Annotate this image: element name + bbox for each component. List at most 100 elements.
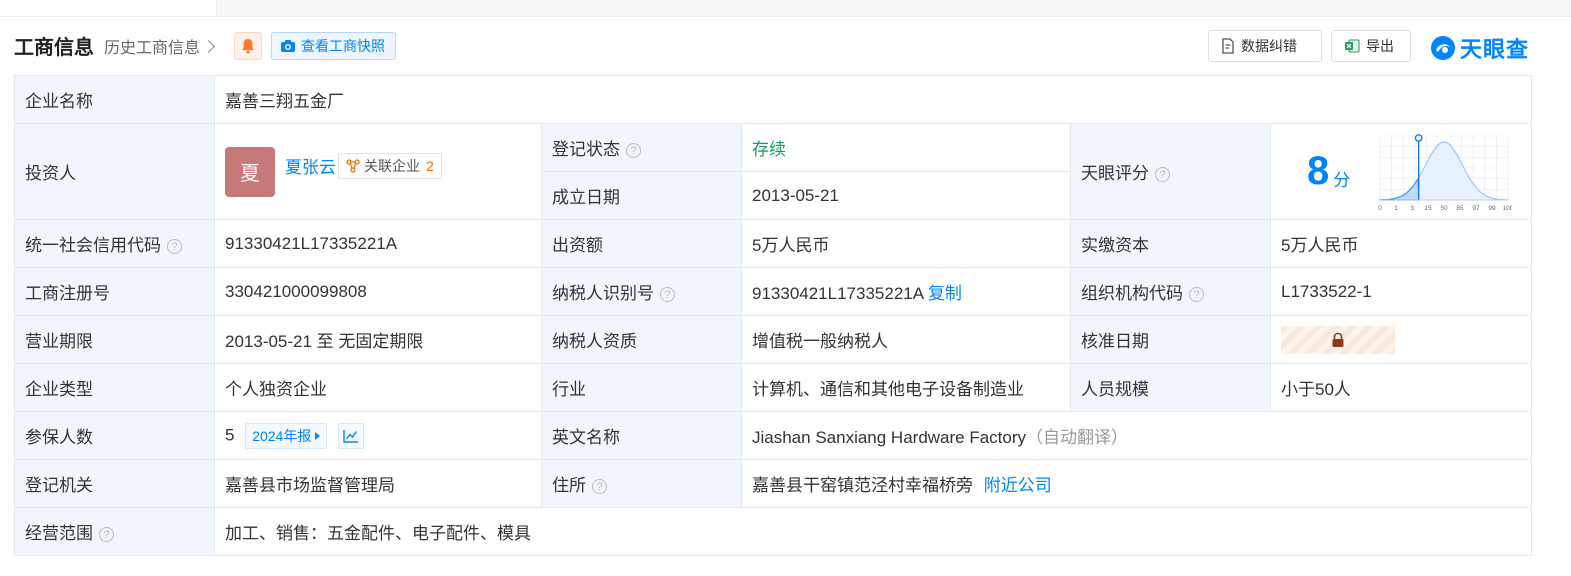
- table-row: 统一社会信用代码? 91330421L17335221A 出资额 5万人民币 实…: [14, 219, 1532, 268]
- avatar[interactable]: 夏: [225, 146, 275, 197]
- business-scope-label-cell: 经营范围?: [14, 507, 215, 556]
- org-code-label-cell: 组织机构代码?: [1070, 267, 1271, 316]
- document-edit-icon: [1222, 38, 1234, 54]
- top-strip-tab: [0, 0, 217, 16]
- brand-name: 天眼查: [1460, 37, 1530, 62]
- taxpayer-id-cell: 91330421L17335221A 复制: [741, 267, 1071, 316]
- help-icon[interactable]: ?: [99, 527, 114, 542]
- address-label: 住所: [552, 476, 586, 495]
- brand-logo: 天眼查: [1430, 32, 1529, 64]
- help-icon[interactable]: ?: [660, 287, 675, 302]
- industry-label: 行业: [541, 363, 742, 412]
- reg-status-label: 登记状态: [552, 140, 620, 159]
- annual-report-tag[interactable]: 2024年报: [245, 422, 328, 449]
- related-companies-tag[interactable]: 关联企业 2: [338, 152, 442, 179]
- bell-button[interactable]: [234, 32, 262, 60]
- company-name-value: 嘉善三翔五金厂: [214, 75, 1532, 124]
- tick-label: 0: [1378, 205, 1382, 212]
- reg-authority-value: 嘉善县市场监督管理局: [214, 459, 542, 508]
- table-row: 企业类型 个人独资企业 行业 计算机、通信和其他电子设备制造业 人员规模 小于5…: [14, 363, 1532, 412]
- tianyan-score-label-cell: 天眼评分?: [1070, 123, 1271, 220]
- taxpayer-id-label: 纳税人识别号: [552, 284, 654, 303]
- tianyancha-logo-icon: [1431, 36, 1455, 60]
- table-row: 经营范围? 加工、销售：五金配件、电子配件、模具: [14, 507, 1532, 556]
- business-term-label: 营业期限: [14, 315, 215, 364]
- english-name-value: Jiashan Sanxiang Hardware Factory: [752, 428, 1027, 447]
- related-companies-label: 关联企业: [364, 157, 420, 174]
- company-type-value: 个人独资企业: [214, 363, 542, 412]
- locked-value[interactable]: [1281, 325, 1395, 354]
- data-fix-button[interactable]: 数据纠错: [1208, 30, 1322, 62]
- tick-label: 3: [1410, 205, 1414, 212]
- tianyan-score-cell: 8 分 0 1 3 15 50 85 97 99 100: [1270, 123, 1532, 220]
- taxpayer-qual-label: 纳税人资质: [541, 315, 742, 364]
- help-icon[interactable]: ?: [592, 479, 607, 494]
- contribution-value: 5万人民币: [741, 219, 1071, 268]
- caret-right-icon: [315, 431, 321, 440]
- copy-link[interactable]: 复制: [928, 284, 962, 303]
- lock-icon: [1332, 332, 1344, 347]
- trend-chart-button[interactable]: [338, 422, 365, 449]
- section-header: 工商信息 历史工商信息 查看工商快照 数据纠错 导出 天眼查: [0, 16, 1571, 74]
- section-title: 工商信息: [14, 37, 94, 59]
- snapshot-button[interactable]: 查看工商快照: [271, 32, 396, 60]
- reg-authority-label: 登记机关: [14, 459, 215, 508]
- company-name-label: 企业名称: [14, 75, 215, 124]
- business-scope-label: 经营范围: [25, 524, 93, 543]
- english-name-label: 英文名称: [541, 411, 742, 460]
- auto-translate-note: （自动翻译）: [1026, 428, 1129, 447]
- address-cell: 嘉善县干窑镇范泾村幸福桥旁 附近公司: [741, 459, 1532, 508]
- line-chart-icon: [343, 429, 359, 443]
- table-row: 参保人数 5 2024年报 英文名称 Jiashan Sanxiang Hard…: [14, 411, 1532, 460]
- approval-date-label: 核准日期: [1070, 315, 1271, 364]
- paid-capital-value: 5万人民币: [1270, 219, 1532, 268]
- related-companies-count: 2: [426, 157, 434, 174]
- business-scope-value: 加工、销售：五金配件、电子配件、模具: [214, 507, 1532, 556]
- reg-number-value: 330421000099808: [214, 267, 542, 316]
- address-label-cell: 住所?: [541, 459, 742, 508]
- founded-value: 2013-05-21: [741, 171, 1071, 220]
- excel-icon: [1345, 39, 1360, 53]
- credit-code-value: 91330421L17335221A: [214, 219, 542, 268]
- staff-size-label: 人员规模: [1070, 363, 1271, 412]
- table-row: 营业期限 2013-05-21 至 无固定期限 纳税人资质 增值税一般纳税人 核…: [14, 315, 1532, 364]
- taxpayer-id-label-cell: 纳税人识别号?: [541, 267, 742, 316]
- top-strip: [0, 0, 1571, 17]
- taxpayer-qual-value: 增值税一般纳税人: [741, 315, 1071, 364]
- investor-name-link[interactable]: 夏张云: [285, 153, 336, 178]
- help-icon[interactable]: ?: [626, 143, 641, 158]
- help-icon[interactable]: ?: [1189, 287, 1204, 302]
- insured-label: 参保人数: [14, 411, 215, 460]
- nearby-companies-link[interactable]: 附近公司: [984, 476, 1052, 495]
- export-button[interactable]: 导出: [1331, 30, 1411, 62]
- bell-icon: [242, 39, 254, 54]
- insured-value: 5: [225, 424, 235, 444]
- english-name-cell: Jiashan Sanxiang Hardware Factory（自动翻译）: [741, 411, 1532, 460]
- business-info-table: 企业名称 嘉善三翔五金厂 投资人 夏 夏张云 关联企业 2 登记状态? 存续 天…: [14, 75, 1532, 556]
- data-fix-label: 数据纠错: [1241, 38, 1297, 54]
- org-code-value: L1733522-1: [1270, 267, 1532, 316]
- table-row: 工商注册号 330421000099808 纳税人识别号? 91330421L1…: [14, 267, 1532, 316]
- score-number: 8: [1307, 149, 1330, 193]
- reg-status-label-cell: 登记状态?: [541, 123, 742, 172]
- annual-report-label: 2024年报: [252, 427, 312, 444]
- tick-label: 85: [1457, 205, 1465, 212]
- export-label: 导出: [1366, 38, 1394, 54]
- help-icon[interactable]: ?: [167, 239, 182, 254]
- founded-label: 成立日期: [541, 171, 742, 220]
- investor-cell: 夏 夏张云 关联企业 2: [214, 123, 542, 220]
- chevron-right-icon: [202, 39, 215, 53]
- distribution-area: [1380, 141, 1509, 200]
- approval-date-cell: [1270, 315, 1532, 364]
- tick-label: 15: [1425, 205, 1433, 212]
- tick-label: 50: [1441, 205, 1449, 212]
- camera-icon: [281, 40, 295, 52]
- reg-number-label: 工商注册号: [14, 267, 215, 316]
- tick-label: 1: [1394, 205, 1398, 212]
- insured-cell: 5 2024年报: [214, 411, 542, 460]
- help-icon[interactable]: ?: [1155, 167, 1170, 182]
- network-icon: [346, 158, 360, 173]
- history-link[interactable]: 历史工商信息: [104, 34, 215, 58]
- tianyan-score-label: 天眼评分: [1081, 164, 1149, 183]
- score-unit: 分: [1333, 171, 1351, 190]
